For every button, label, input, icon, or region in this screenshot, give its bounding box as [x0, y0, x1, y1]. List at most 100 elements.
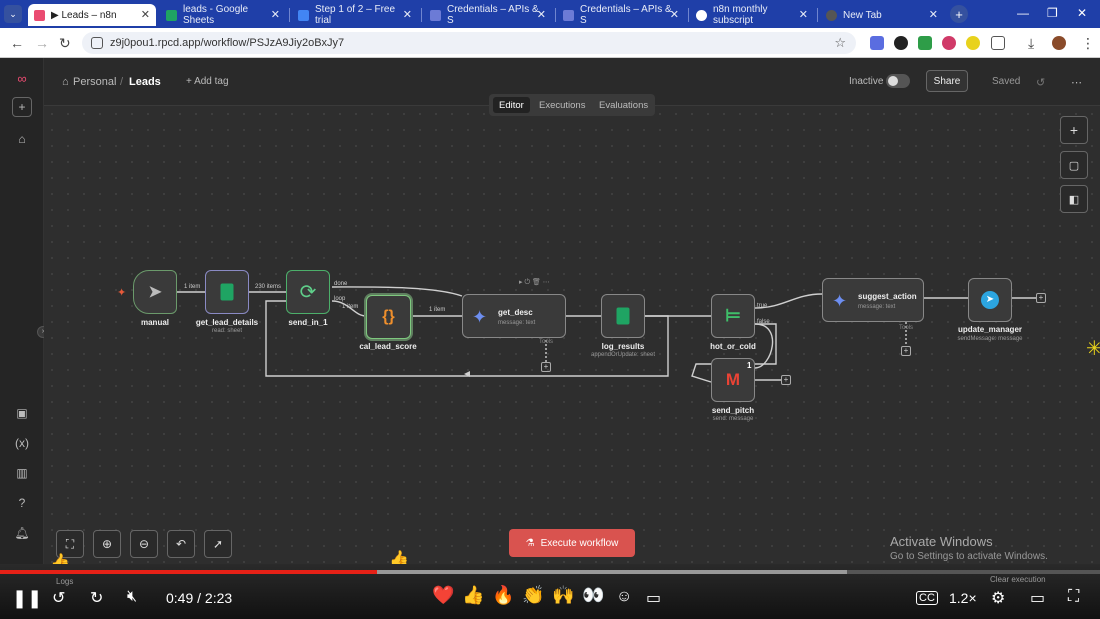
help-icon[interactable]: ?	[12, 493, 32, 513]
browser-tab-strip: ⌄ ▶ Leads – n8n ✕ leads - Google Sheets …	[0, 0, 1100, 28]
home-icon[interactable]: ⌂	[12, 129, 32, 149]
node-toolbar-icons[interactable]: ▸ ⏻ 🗑︎ ⋯	[519, 278, 550, 287]
n8n-logo-icon[interactable]: ∞	[12, 68, 32, 88]
reaction-heart[interactable]: ❤️	[432, 585, 454, 606]
execute-workflow-button[interactable]: ⚗ Execute workflow	[509, 529, 635, 557]
telegram-icon: ➤	[981, 291, 999, 309]
tab-executions[interactable]: Executions	[533, 97, 591, 113]
history-icon[interactable]: ↺	[1036, 76, 1045, 89]
close-icon[interactable]: ✕	[799, 8, 808, 21]
miniplayer-icon[interactable]: ▭	[1030, 588, 1045, 608]
extension-icon[interactable]	[894, 36, 908, 50]
extension-icon[interactable]	[966, 36, 980, 50]
menu-kebab-icon[interactable]: ⋮	[1081, 35, 1095, 52]
add-tool-button[interactable]: +	[901, 346, 911, 356]
reload-icon[interactable]: ↻	[59, 35, 71, 52]
add-reaction-icon[interactable]: ☺	[616, 588, 632, 606]
site-info-icon[interactable]	[91, 37, 103, 49]
extension-icon[interactable]	[870, 36, 884, 50]
forward-icon[interactable]: →	[35, 35, 49, 51]
restore-icon[interactable]: ❐	[1047, 6, 1058, 20]
node-log-results[interactable]	[601, 294, 645, 338]
comment-icon[interactable]: ▭	[646, 588, 661, 608]
captions-icon[interactable]: CC	[916, 591, 938, 605]
connection-false-back	[754, 323, 774, 369]
add-tag-link[interactable]: + Add tag	[186, 76, 229, 87]
fit-view-icon: ⛶	[65, 536, 75, 551]
close-icon[interactable]: ✕	[271, 8, 280, 21]
reaction-thumbs-up[interactable]: 👍	[462, 585, 484, 606]
share-button[interactable]: Share	[926, 70, 968, 92]
zoom-out-button[interactable]: ⊖	[130, 530, 158, 558]
tab-credentials-1[interactable]: Credentials – APIs & S ✕	[424, 4, 552, 26]
tab-search-button[interactable]: ⌄	[4, 5, 22, 23]
variables-icon[interactable]: (x)	[12, 433, 32, 453]
node-manual[interactable]: ➤	[133, 270, 177, 314]
node-suggest-action[interactable]: ✦ suggest_action message: text	[822, 278, 924, 322]
tab-leads-n8n[interactable]: ▶ Leads – n8n ✕	[28, 4, 156, 26]
back-icon[interactable]: ←	[10, 35, 24, 51]
node-send-pitch[interactable]: M 1	[711, 358, 755, 402]
extensions-puzzle-icon[interactable]	[991, 36, 1005, 50]
node-update-manager[interactable]: ➤	[968, 278, 1012, 322]
templates-icon[interactable]: ▣	[12, 403, 32, 423]
add-node-button[interactable]: +	[781, 375, 791, 385]
reaction-raised-hands[interactable]: 🙌	[552, 585, 574, 606]
node-get-desc[interactable]: ✦ get_desc message: text	[462, 294, 566, 338]
forward-10-icon[interactable]: ↻	[90, 588, 103, 608]
tab-free-trial[interactable]: Step 1 of 2 – Free trial ✕	[292, 4, 418, 26]
extension-icon[interactable]	[942, 36, 956, 50]
add-icon[interactable]: +	[12, 97, 32, 117]
zoom-in-button[interactable]: ⊕	[93, 530, 121, 558]
tab-evaluations[interactable]: Evaluations	[593, 97, 654, 113]
settings-gear-icon[interactable]: ⚙	[991, 588, 1005, 608]
node-hot-or-cold[interactable]: ⊨	[711, 294, 755, 338]
sticky-note-button[interactable]: ▢	[1060, 151, 1088, 179]
close-icon[interactable]: ✕	[670, 8, 679, 21]
extension-icon[interactable]	[918, 36, 932, 50]
tab-n8n-subscription[interactable]: n8n monthly subscript ✕	[690, 4, 814, 26]
new-tab-button[interactable]: +	[950, 5, 968, 23]
tab-credentials-2[interactable]: Credentials – APIs & S ✕	[557, 4, 685, 26]
tidy-up-button[interactable]: ➚	[204, 530, 232, 558]
close-window-icon[interactable]: ✕	[1077, 6, 1087, 20]
download-icon[interactable]: ⤓	[1028, 35, 1034, 52]
active-toggle[interactable]	[886, 74, 910, 88]
fullscreen-icon[interactable]: ⛶	[1068, 588, 1079, 606]
insights-icon[interactable]: ▥	[12, 463, 32, 483]
side-panel-button[interactable]: ◧	[1060, 185, 1088, 213]
node-send-in-1[interactable]: ⟳	[286, 270, 330, 314]
close-icon[interactable]: ✕	[929, 8, 938, 21]
reset-zoom-button[interactable]: ↶	[167, 530, 195, 558]
rewind-10-icon[interactable]: ↺	[52, 588, 65, 608]
add-node-button[interactable]: +	[1036, 293, 1046, 303]
reaction-fire[interactable]: 🔥	[492, 585, 514, 606]
workflow-title[interactable]: Leads	[129, 76, 161, 88]
node-get-lead-details[interactable]	[205, 270, 249, 314]
tab-new-tab[interactable]: New Tab ✕	[820, 4, 944, 26]
mute-icon[interactable]: 🔇︎	[127, 588, 137, 606]
profile-avatar[interactable]	[1052, 36, 1066, 50]
pause-icon[interactable]: ❚❚	[12, 588, 42, 609]
add-node-panel-button[interactable]: +	[1060, 116, 1088, 144]
close-icon[interactable]: ✕	[537, 8, 546, 21]
close-icon[interactable]: ✕	[403, 8, 412, 21]
bookmark-star-icon[interactable]: ☆	[834, 35, 846, 51]
workflow-canvas[interactable]: ✦ ➤ manual get_lead_details read: sheet …	[44, 106, 1100, 571]
add-tool-button[interactable]: +	[541, 362, 551, 372]
ai-assistant-icon[interactable]: ✳	[1086, 336, 1100, 361]
video-player-controls: Logs Clear execution ❚❚ ↺ ↻ 🔇︎ 0:49 / 2:…	[0, 564, 1100, 619]
reaction-eyes[interactable]: 👀	[582, 585, 604, 606]
reaction-clap[interactable]: 👏	[522, 585, 544, 606]
more-options-icon[interactable]: ⋯	[1071, 76, 1082, 89]
close-icon[interactable]: ✕	[141, 8, 150, 21]
tab-editor[interactable]: Editor	[493, 97, 530, 113]
minimize-icon[interactable]: —	[1017, 6, 1029, 20]
url-input[interactable]: z9j0pou1.rpcd.app/workflow/PSJzA9Jiy2oBx…	[82, 32, 856, 54]
breadcrumb-project[interactable]: Personal	[73, 76, 116, 88]
notifications-icon[interactable]: 🔔︎	[12, 523, 32, 543]
playback-speed[interactable]: 1.2×	[949, 590, 977, 606]
node-cal-lead-score[interactable]: {}	[366, 295, 411, 339]
tab-google-sheets[interactable]: leads - Google Sheets ✕	[160, 4, 286, 26]
node-label: update_manager	[957, 325, 1023, 334]
